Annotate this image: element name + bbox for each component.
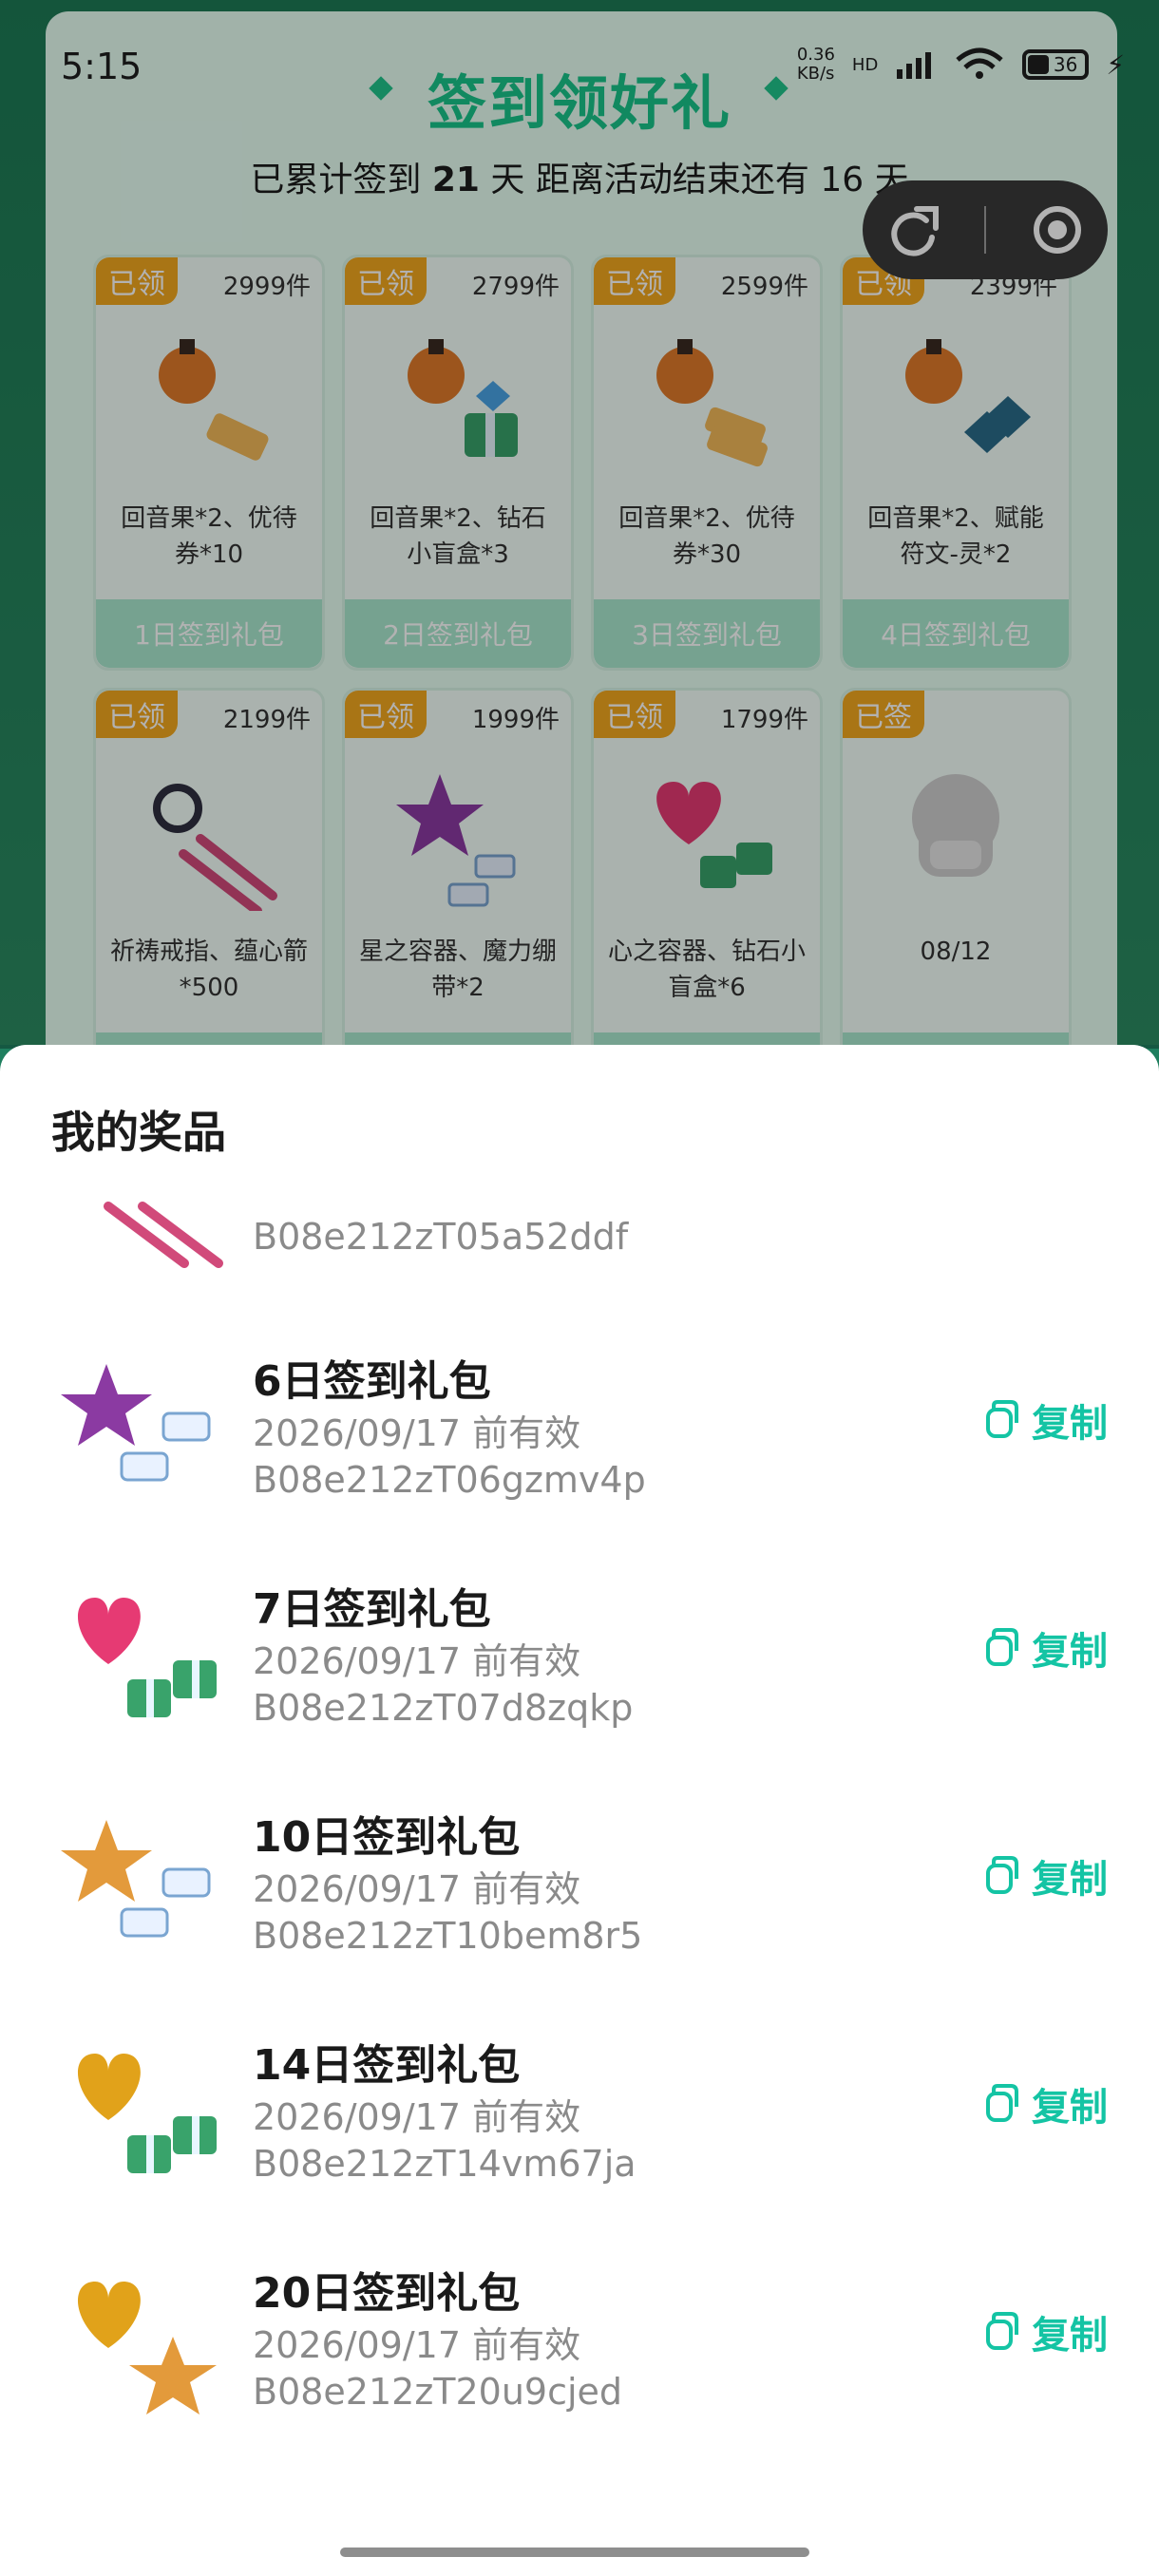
modal-dim-overlay[interactable] <box>0 0 1159 1049</box>
sheet-title: 我的奖品 <box>51 1107 226 1158</box>
prize-title: 7日签到礼包 <box>253 1585 491 1634</box>
pink-heart-and-gift-boxes-icon <box>77 1598 217 1717</box>
prize-code: B08e212zT05a52ddf <box>253 1216 629 1258</box>
copy-icon <box>986 1856 1018 1894</box>
home-indicator[interactable] <box>340 2548 809 2557</box>
prize-date: 2026/09/17 前有效 <box>253 1868 581 1910</box>
my-prizes-sheet: 我的奖品 B08e212zT05a52ddf 6日签到礼包 2026/09/17… <box>0 1045 1159 2576</box>
copy-icon <box>986 2312 1018 2350</box>
gold-star-and-bandages-icon <box>61 1820 211 1938</box>
copy-button[interactable]: 复制 <box>978 1848 1108 1904</box>
prize-title: 20日签到礼包 <box>253 2269 521 2318</box>
copy-icon <box>986 1400 1018 1438</box>
prize-code: B08e212zT07d8zqkp <box>253 1687 634 1729</box>
prize-code: B08e212zT20u9cjed <box>253 2371 623 2413</box>
copy-icon <box>986 2084 1018 2122</box>
copy-button[interactable]: 复制 <box>978 2076 1108 2131</box>
prize-row: 20日签到礼包 2026/09/17 前有效 B08e212zT20u9cjed… <box>0 2259 1159 2468</box>
prize-date: 2026/09/17 前有效 <box>253 1640 581 1682</box>
purple-star-and-bandages-icon <box>61 1364 211 1482</box>
prize-date: 2026/09/17 前有效 <box>253 1412 581 1454</box>
prize-row: 6日签到礼包 2026/09/17 前有效 B08e212zT06gzmv4p … <box>0 1347 1159 1556</box>
prize-code: B08e212zT06gzmv4p <box>253 1459 646 1501</box>
copy-button[interactable]: 复制 <box>978 2304 1108 2359</box>
copy-button[interactable]: 复制 <box>978 1392 1108 1448</box>
arrows-icon <box>104 1202 223 1268</box>
partial-prize-row: B08e212zT05a52ddf <box>0 1202 1159 1330</box>
gold-heart-and-gift-boxes-icon <box>77 2054 217 2173</box>
copy-button[interactable]: 复制 <box>978 1620 1108 1676</box>
copy-icon <box>986 1628 1018 1666</box>
gold-heart-and-gold-star-icon <box>77 2282 217 2415</box>
prize-date: 2026/09/17 前有效 <box>253 2324 581 2366</box>
prize-row: 10日签到礼包 2026/09/17 前有效 B08e212zT10bem8r5… <box>0 1803 1159 2012</box>
prize-code: B08e212zT14vm67ja <box>253 2143 636 2185</box>
prize-title: 10日签到礼包 <box>253 1813 521 1862</box>
prize-title: 14日签到礼包 <box>253 2041 521 2090</box>
prize-date: 2026/09/17 前有效 <box>253 2096 581 2138</box>
prize-row: 7日签到礼包 2026/09/17 前有效 B08e212zT07d8zqkp … <box>0 1575 1159 1784</box>
prize-row: 14日签到礼包 2026/09/17 前有效 B08e212zT14vm67ja… <box>0 2031 1159 2240</box>
prize-code: B08e212zT10bem8r5 <box>253 1915 643 1957</box>
prize-title: 6日签到礼包 <box>253 1357 491 1406</box>
